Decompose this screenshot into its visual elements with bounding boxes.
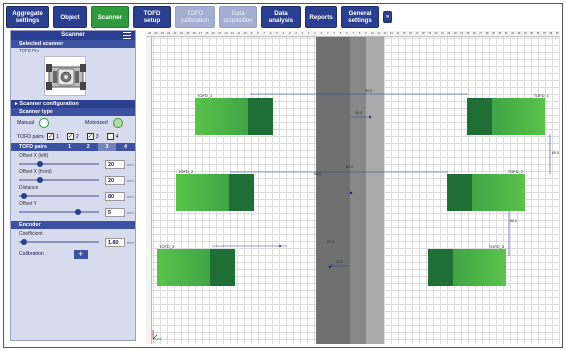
axes-orientation-icon [152,330,162,340]
selected-scanner-header: Selected scanner [11,40,135,48]
offset-y-input[interactable]: 5 [105,207,125,217]
slider-knob[interactable] [37,177,43,183]
hamburger-menu-icon[interactable] [123,32,131,39]
unit-label: mm [127,177,134,183]
scanner-panel: Scanner Selected scanner TOFD Pro ▸ Scan… [10,30,136,341]
panel-title-text: Scanner [61,32,85,38]
pair-2-checkbox[interactable]: ✓ [66,133,74,140]
tab-pair-3[interactable]: 3 [97,143,117,151]
coefficient-unit: mm [127,239,134,245]
measurement-label: 60.0 [552,151,559,155]
tofd-probe-3-right[interactable]: TOFD_3 [428,244,506,286]
tab-pair-2[interactable]: 2 [79,143,98,151]
calibration-label: Calibration [19,251,44,257]
tab-pair-4[interactable]: 4 [116,143,135,151]
pair-1-label: 1 [56,133,59,140]
probe-label: TOFD_3 [488,244,504,249]
motorized-label: Motorized [85,120,108,126]
tofd-calibration-button[interactable]: TOFD calibration [175,6,215,28]
tofd-probe-1-right[interactable]: TOFD_1 [467,93,549,135]
coefficient-input[interactable]: 1.80 [105,237,125,247]
slider-knob[interactable] [21,193,27,199]
probe-label: TOFD_2 [507,169,523,174]
unit-label: mm [127,161,134,167]
general-settings-button[interactable]: General settings [341,6,379,28]
tofd-probe-2-left[interactable]: TOFD_2 [176,169,254,211]
data-acquisition-button[interactable]: Data acquisition [219,6,257,28]
tofd-setup-button[interactable]: TOFD setup [133,6,171,28]
scanner-image[interactable] [44,56,86,96]
encoder-header: Encoder [11,221,135,229]
pair-1-checkbox[interactable]: ✓ [47,133,54,140]
tofd-pairs-label: TOFD pairs [17,133,44,140]
tofd-probe-3-left[interactable]: TOFD_3 [157,244,235,286]
probe-label: TOFD_1 [197,93,213,98]
measurement-label: 80.0 [365,89,372,93]
offset-x-right-input[interactable]: 20 [105,175,125,185]
coefficient-slider[interactable] [19,239,99,245]
measurement-label: 40.0 [355,111,362,115]
tofd-pair-tabs: TOFD pairs 1 2 3 4 [11,143,135,151]
pair-2-label: 2 [75,133,79,140]
probe-label: TOFD_1 [533,93,549,98]
pair-4-checkbox[interactable] [106,133,114,140]
measurement-label: 60.0 [314,172,321,176]
reports-button[interactable]: Reports [305,6,337,28]
overflow-button[interactable]: » [383,11,392,23]
scanner-layout-canvas[interactable]: -25 -24 -23 -22 -21 -20 -19 -18 -17 -16 -15 -14 -13-… [146,31,560,344]
object-button[interactable]: Object [53,6,87,28]
probe-label: TOFD_2 [178,169,194,174]
distance-slider[interactable] [19,193,99,199]
tofd-probe-1-left[interactable]: TOFD_1 [195,93,273,135]
pair-4-label: 4 [115,133,119,140]
probe-label: TOFD_3 [159,244,175,249]
manual-radio[interactable] [39,118,50,128]
slider-knob[interactable] [75,209,81,215]
motorized-radio[interactable] [112,118,123,128]
pair-3-label: 3 [95,133,99,140]
offset-x-left-slider[interactable] [19,161,99,167]
scanner-type-header: Scanner type [11,108,135,116]
scanner-button[interactable]: Scanner [91,6,129,28]
tab-pair-1[interactable]: 1 [60,143,79,151]
measurement-label: 60.0 [510,219,517,223]
scanner-configuration-header[interactable]: ▸ Scanner configuration [11,100,135,108]
panel-title: Scanner [11,31,135,40]
data-analysis-button[interactable]: Data analysis [261,6,301,28]
offset-x-left-input[interactable]: 20 [105,159,125,169]
tofd-probe-2-right[interactable]: TOFD_2 [447,169,525,211]
manual-label: Manual [17,120,35,126]
main-toolbar: Aggregate settings Object Scanner TOFD s… [6,6,392,28]
measurement-label: 20.0 [327,240,334,244]
measurement-label: 80.0 [346,165,353,169]
aggregate-settings-button[interactable]: Aggregate settings [6,6,49,28]
scanner-device-icon [46,64,86,90]
calibration-add-button[interactable]: + [73,249,88,259]
unit-label: mm [127,209,134,215]
slider-knob[interactable] [21,239,27,245]
offset-y-slider[interactable] [19,209,99,215]
unit-label: mm [127,193,134,199]
measurement-label: 20.0 [336,260,343,264]
tofd-pair-tabs-label: TOFD pairs [19,144,47,150]
pair-3-checkbox[interactable]: ✓ [86,133,94,140]
slider-knob[interactable] [37,161,43,167]
selected-scanner-name: TOFD Pro [19,48,39,53]
offset-x-right-slider[interactable] [19,177,99,183]
distance-input[interactable]: 80 [105,191,125,201]
